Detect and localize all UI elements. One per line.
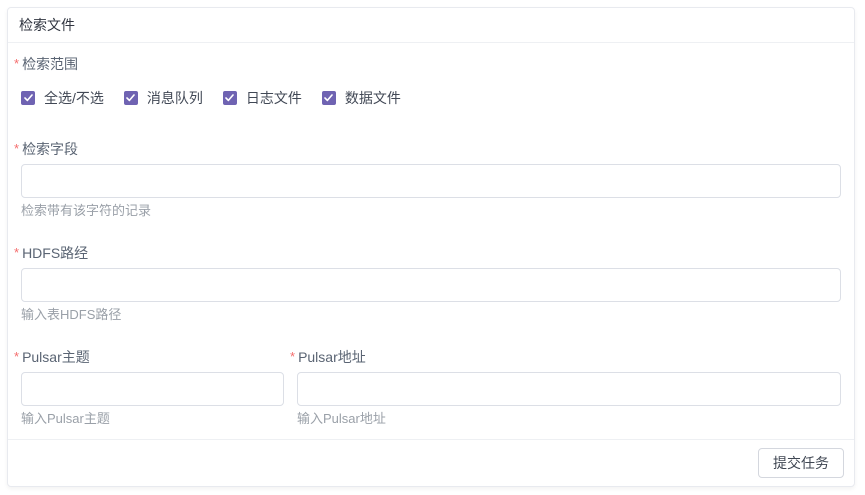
pulsar-topic-label-text: Pulsar主题 bbox=[22, 350, 90, 364]
hdfs-path-label-text: HDFS路经 bbox=[22, 246, 88, 260]
card-title: 检索文件 bbox=[19, 15, 75, 35]
search-file-form: * 检索范围 全选/不选 消息队列 bbox=[8, 43, 854, 439]
checkbox-label: 全选/不选 bbox=[44, 90, 104, 106]
form-item-scope: * 检索范围 全选/不选 消息队列 bbox=[21, 57, 841, 106]
pulsar-address-input[interactable] bbox=[297, 372, 841, 406]
checkbox-log-file[interactable]: 日志文件 bbox=[223, 90, 302, 106]
checkbox-select-all[interactable]: 全选/不选 bbox=[21, 90, 104, 106]
search-field-help: 检索带有该字符的记录 bbox=[21, 204, 841, 217]
form-item-pulsar-address: * Pulsar地址 输入Pulsar地址 bbox=[297, 350, 841, 425]
pulsar-topic-label: * Pulsar主题 bbox=[21, 350, 284, 364]
pulsar-topic-help: 输入Pulsar主题 bbox=[21, 412, 284, 425]
checkbox-checked-icon bbox=[322, 91, 336, 105]
search-field-input[interactable] bbox=[21, 164, 841, 198]
checkbox-data-file[interactable]: 数据文件 bbox=[322, 90, 401, 106]
form-item-search-field: * 检索字段 检索带有该字符的记录 bbox=[21, 142, 841, 217]
search-file-card: 检索文件 * 检索范围 全选/不选 消息队列 bbox=[7, 7, 855, 487]
hdfs-path-help: 输入表HDFS路径 bbox=[21, 308, 841, 321]
required-marker: * bbox=[14, 350, 19, 364]
scope-checkbox-group: 全选/不选 消息队列 日志文件 bbox=[21, 90, 841, 106]
checkbox-checked-icon bbox=[21, 91, 35, 105]
pulsar-topic-input[interactable] bbox=[21, 372, 284, 406]
checkbox-label: 消息队列 bbox=[147, 90, 203, 106]
scope-label-text: 检索范围 bbox=[22, 57, 78, 71]
card-header: 检索文件 bbox=[8, 8, 854, 43]
required-marker: * bbox=[14, 246, 19, 260]
checkbox-message-queue[interactable]: 消息队列 bbox=[124, 90, 203, 106]
checkbox-checked-icon bbox=[223, 91, 237, 105]
hdfs-path-label: * HDFS路经 bbox=[21, 246, 841, 260]
required-marker: * bbox=[290, 350, 295, 364]
pulsar-address-help: 输入Pulsar地址 bbox=[297, 412, 841, 425]
required-marker: * bbox=[14, 142, 19, 156]
form-item-pulsar-topic: * Pulsar主题 输入Pulsar主题 bbox=[21, 350, 284, 425]
form-item-hdfs-path: * HDFS路经 输入表HDFS路径 bbox=[21, 246, 841, 321]
checkbox-label: 日志文件 bbox=[246, 90, 302, 106]
required-marker: * bbox=[14, 57, 19, 71]
search-field-label-text: 检索字段 bbox=[22, 142, 78, 156]
search-field-label: * 检索字段 bbox=[21, 142, 841, 156]
submit-task-button[interactable]: 提交任务 bbox=[758, 448, 844, 478]
checkbox-checked-icon bbox=[124, 91, 138, 105]
hdfs-path-input[interactable] bbox=[21, 268, 841, 302]
checkbox-label: 数据文件 bbox=[345, 90, 401, 106]
scope-label: * 检索范围 bbox=[21, 57, 841, 71]
card-footer: 提交任务 bbox=[8, 439, 854, 486]
pulsar-address-label-text: Pulsar地址 bbox=[298, 350, 366, 364]
pulsar-address-label: * Pulsar地址 bbox=[297, 350, 841, 364]
pulsar-row: * Pulsar主题 输入Pulsar主题 * Pulsar地址 输入Pulsa… bbox=[21, 350, 841, 439]
